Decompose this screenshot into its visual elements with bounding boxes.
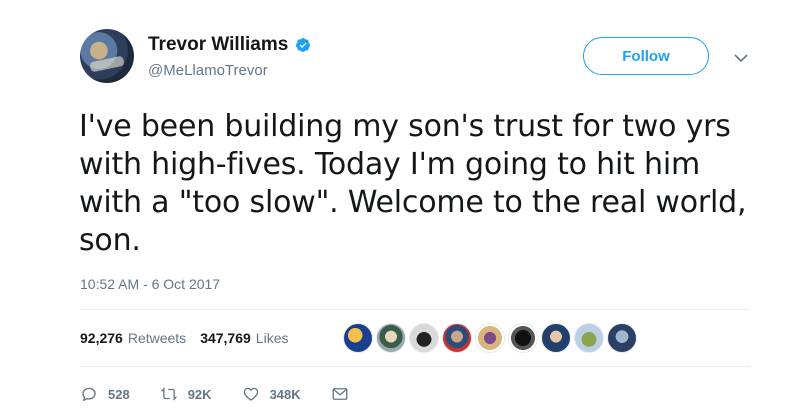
likes-count[interactable]: 347,769 [200, 330, 251, 346]
liker-avatar[interactable] [508, 323, 538, 353]
tweet-text: I've been building my son's trust for tw… [79, 108, 759, 260]
liker-avatar[interactable] [442, 323, 472, 353]
tweet-stats: 92,276 Retweets 347,769 Likes [80, 330, 302, 346]
user-name[interactable]: Trevor Williams [148, 34, 288, 56]
user-avatar[interactable] [80, 29, 134, 83]
retweet-action[interactable]: 92K [160, 385, 212, 403]
liker-avatar[interactable] [607, 323, 637, 353]
reply-action[interactable]: 528 [80, 385, 130, 403]
user-name-row: Trevor Williams [148, 34, 311, 56]
retweets-label[interactable]: Retweets [128, 330, 186, 346]
retweet-count: 92K [187, 386, 212, 402]
retweets-count[interactable]: 92,276 [80, 330, 123, 346]
tweet-line: I've been building my son's trust for tw… [79, 109, 731, 144]
heart-icon [243, 387, 258, 401]
tweet-line: son. [79, 223, 141, 258]
tweet-timestamp[interactable]: 10:52 AM - 6 Oct 2017 [80, 276, 220, 292]
liker-avatar[interactable] [409, 323, 439, 353]
liker-avatars [343, 323, 640, 353]
user-handle[interactable]: @MeLlamoTrevor [148, 62, 268, 79]
tweet-line: with high-fives. Today I'm going to hit … [79, 147, 700, 182]
divider [80, 309, 750, 310]
liker-avatar[interactable] [475, 323, 505, 353]
like-action[interactable]: 348K [242, 385, 301, 403]
verified-badge-icon [295, 37, 311, 53]
liker-avatar[interactable] [574, 323, 604, 353]
chevron-down-icon[interactable] [734, 50, 748, 63]
tweet-line: with a "too slow". Welcome to the real w… [79, 185, 747, 220]
follow-button[interactable]: Follow [583, 37, 709, 75]
reply-count: 528 [108, 386, 130, 402]
reply-icon [82, 387, 96, 402]
tweet-actions: 528 92K 348K [80, 385, 389, 403]
direct-message-action[interactable] [331, 385, 359, 403]
envelope-icon [332, 388, 348, 400]
likes-label[interactable]: Likes [256, 330, 289, 346]
divider [80, 366, 750, 367]
liker-avatar[interactable] [343, 323, 373, 353]
liker-avatar[interactable] [541, 323, 571, 353]
retweet-icon [160, 387, 177, 401]
like-count: 348K [269, 386, 301, 402]
liker-avatar[interactable] [376, 323, 406, 353]
